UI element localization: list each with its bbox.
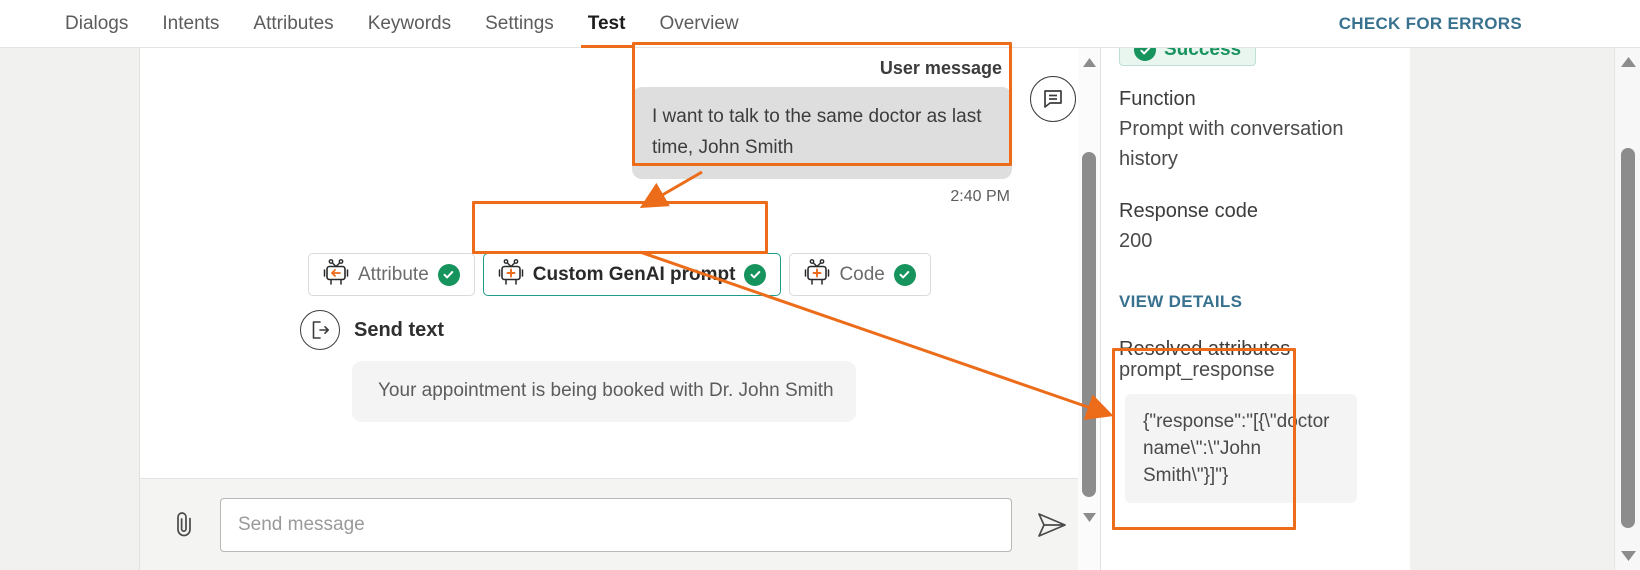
view-details-link[interactable]: VIEW DETAILS — [1119, 292, 1393, 312]
check-for-errors-button[interactable]: CHECK FOR ERRORS — [1339, 0, 1522, 48]
message-composer — [140, 478, 1100, 570]
triangle-up-icon[interactable] — [1615, 52, 1640, 72]
response-code-value: 200 — [1119, 230, 1153, 252]
chip-code-label: Code — [839, 263, 885, 285]
resolved-attribute-key: prompt_response — [1119, 359, 1275, 381]
nav-tab-attributes[interactable]: Attributes — [236, 0, 350, 48]
resolved-attributes-block: Resolved attributes prompt_response {"re… — [1119, 338, 1393, 503]
page-scrollbar-thumb[interactable] — [1621, 148, 1635, 528]
user-message-timestamp: 2:40 PM — [950, 188, 1010, 205]
check-circle-icon — [437, 263, 460, 286]
bot-message-block: Send text Your appointment is being book… — [300, 310, 856, 433]
nav-tab-keywords[interactable]: Keywords — [351, 0, 468, 48]
nav-tab-overview[interactable]: Overview — [642, 0, 755, 48]
robot-attribute-icon — [323, 258, 349, 291]
chat-transcript: User message I want to talk to the same … — [140, 48, 1100, 433]
test-console-screen: Dialogs Intents Attributes Keywords Sett… — [0, 0, 1640, 570]
page-body: User message I want to talk to the same … — [0, 48, 1640, 570]
execution-detail-panel: Success Function Prompt with conversatio… — [1100, 48, 1410, 570]
nav-tab-test[interactable]: Test — [571, 0, 643, 48]
triangle-down-icon[interactable] — [1077, 507, 1101, 527]
search-input send-message-input[interactable] — [220, 497, 1012, 552]
user-message-label: User message — [879, 58, 1002, 78]
nav-tab-intents[interactable]: Intents — [145, 0, 236, 48]
function-label: Function — [1119, 88, 1196, 110]
function-value: Prompt with conversation history — [1119, 118, 1344, 170]
status-badge-label: Success — [1164, 48, 1242, 60]
chip-code[interactable]: Code — [789, 253, 931, 296]
user-message-block: User message I want to talk to the same … — [632, 57, 1012, 206]
send-plane-icon[interactable] — [1032, 510, 1072, 540]
send-text-icon — [300, 310, 340, 350]
chip-attribute[interactable]: Attribute — [308, 253, 475, 296]
detail-content: Function Prompt with conversation histor… — [1119, 84, 1393, 503]
triangle-down-icon[interactable] — [1615, 546, 1640, 566]
robot-genai-icon — [498, 258, 524, 291]
detail-panel-scrollbar-thumb[interactable] — [1082, 152, 1096, 497]
check-circle-icon — [744, 263, 767, 286]
node-type-chip-row: Attribute Custom GenAI prompt Code — [308, 253, 931, 296]
user-message-bubble: I want to talk to the same doctor as las… — [632, 87, 1012, 179]
resolved-attributes-label: Resolved attributes — [1119, 338, 1291, 360]
response-code-label: Response code — [1119, 200, 1258, 222]
detail-panel-scrollbar[interactable] — [1078, 48, 1100, 570]
bot-message-bubble: Your appointment is being booked with Dr… — [352, 361, 856, 422]
nav-tab-settings[interactable]: Settings — [468, 0, 571, 48]
nav-tab-list: Dialogs Intents Attributes Keywords Sett… — [48, 0, 756, 48]
check-circle-icon — [893, 263, 916, 286]
status-badge: Success — [1119, 48, 1257, 66]
left-rail — [0, 48, 140, 570]
page-scrollbar[interactable] — [1614, 48, 1640, 570]
send-text-title: Send text — [354, 318, 445, 341]
chat-column: User message I want to talk to the same … — [140, 48, 1236, 570]
chip-custom-genai-prompt-label: Custom GenAI prompt — [532, 263, 736, 285]
robot-code-icon — [804, 258, 830, 291]
chip-custom-genai-prompt[interactable]: Custom GenAI prompt — [482, 253, 782, 296]
chat-bubble-icon — [1030, 76, 1076, 122]
paperclip-icon[interactable] — [168, 510, 202, 540]
resolved-attribute-value: {"response":"[{\"doctor name\":\"John Sm… — [1125, 394, 1357, 503]
top-navigation-bar: Dialogs Intents Attributes Keywords Sett… — [0, 0, 1640, 48]
chip-attribute-label: Attribute — [358, 263, 429, 285]
check-circle-icon — [1134, 48, 1156, 61]
send-text-header: Send text — [300, 310, 856, 350]
triangle-up-icon[interactable] — [1077, 52, 1101, 72]
nav-tab-dialogs[interactable]: Dialogs — [48, 0, 145, 48]
